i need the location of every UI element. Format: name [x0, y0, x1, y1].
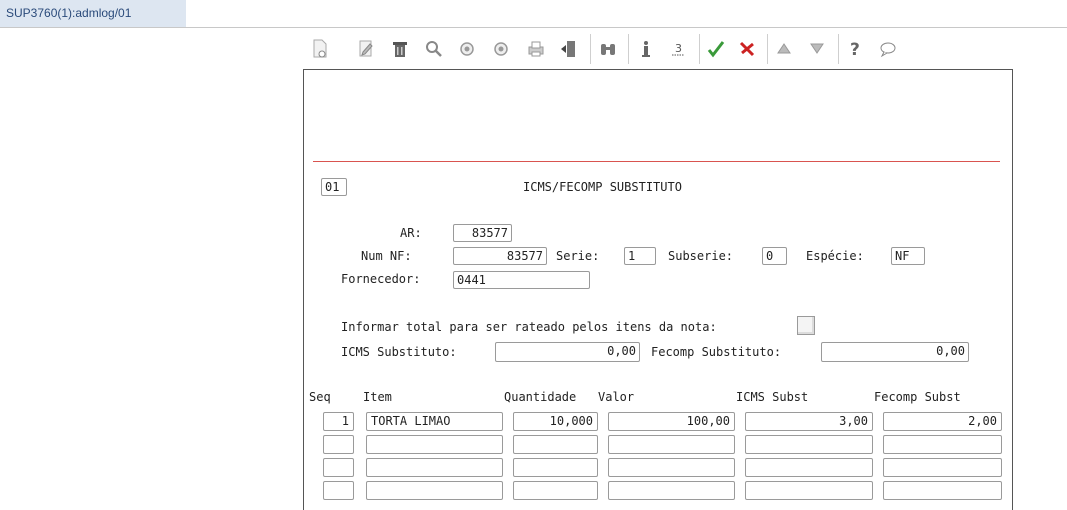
- table-cell-fecomp[interactable]: [883, 435, 1002, 454]
- prev-icon[interactable]: [456, 38, 478, 60]
- table-cell-valor[interactable]: 100,00: [608, 412, 735, 431]
- window-tab[interactable]: SUP3760(1):admlog/01: [0, 0, 186, 27]
- informar-checkbox[interactable]: [797, 316, 815, 335]
- toolbar-separator: [767, 34, 768, 64]
- info-icon[interactable]: [635, 38, 657, 60]
- col-header-quantidade: Quantidade: [504, 390, 577, 404]
- icms-substituto-label: ICMS Substituto:: [341, 345, 457, 359]
- col-header-seq: Seq: [309, 390, 331, 404]
- table-cell-valor[interactable]: [608, 435, 735, 454]
- num-nf-field[interactable]: 83577: [453, 247, 547, 265]
- toolbar: 3 ?: [303, 30, 1013, 68]
- toolbar-separator: [699, 34, 700, 64]
- col-header-valor: Valor: [598, 390, 635, 404]
- table-cell-valor[interactable]: [608, 481, 735, 500]
- header-divider: [313, 161, 1000, 162]
- print-icon[interactable]: [525, 38, 547, 60]
- table-cell-seq[interactable]: [323, 435, 354, 454]
- table-cell-icms[interactable]: [745, 481, 873, 500]
- table-cell-fecomp[interactable]: [883, 458, 1002, 477]
- subserie-label: Subserie:: [668, 249, 734, 263]
- new-doc-icon[interactable]: [309, 38, 331, 60]
- binoculars-icon[interactable]: [597, 38, 619, 60]
- comment-icon[interactable]: [877, 38, 899, 60]
- col-header-item: Item: [363, 390, 392, 404]
- table-cell-item[interactable]: [366, 435, 503, 454]
- col-header-fecomp: Fecomp Subst: [874, 390, 961, 404]
- subserie-field[interactable]: 0: [762, 247, 787, 265]
- num-nf-label: Num NF:: [361, 249, 412, 263]
- table-cell-seq[interactable]: 1: [323, 412, 354, 431]
- confirm-icon[interactable]: [705, 38, 727, 60]
- table-cell-quantidade[interactable]: [513, 435, 598, 454]
- down-icon[interactable]: [806, 38, 828, 60]
- delete-icon[interactable]: [389, 38, 411, 60]
- serie-label: Serie:: [556, 249, 600, 263]
- table-cell-item[interactable]: [366, 458, 503, 477]
- fornecedor-label: Fornecedor:: [341, 272, 421, 286]
- fecomp-substituto-label: Fecomp Substituto:: [651, 345, 782, 359]
- fecomp-substituto-field[interactable]: 0,00: [821, 342, 969, 362]
- toolbar-separator: [590, 34, 591, 64]
- table-cell-fecomp[interactable]: [883, 481, 1002, 500]
- serie-field[interactable]: 1: [624, 247, 656, 265]
- table-cell-item[interactable]: [366, 481, 503, 500]
- tab-divider: [0, 27, 1067, 28]
- help-icon[interactable]: ?: [845, 38, 867, 60]
- toolbar-separator: [628, 34, 629, 64]
- table-cell-quantidade[interactable]: 10,000: [513, 412, 598, 431]
- up-icon[interactable]: [773, 38, 795, 60]
- form-title: ICMS/FECOMP SUBSTITUTO: [523, 180, 682, 194]
- table-cell-seq[interactable]: [323, 481, 354, 500]
- ar-label: AR:: [400, 226, 422, 240]
- table-cell-icms[interactable]: [745, 435, 873, 454]
- table-cell-seq[interactable]: [323, 458, 354, 477]
- numbered-list-icon[interactable]: 3: [667, 38, 689, 60]
- edit-icon[interactable]: [355, 38, 377, 60]
- informar-label: Informar total para ser rateado pelos it…: [341, 320, 717, 334]
- especie-field[interactable]: NF: [891, 247, 925, 265]
- form-window: 01 ICMS/FECOMP SUBSTITUTO AR: 83577 Num …: [303, 69, 1013, 510]
- table-cell-fecomp[interactable]: 2,00: [883, 412, 1002, 431]
- search-icon[interactable]: [423, 38, 445, 60]
- cancel-icon[interactable]: [736, 38, 758, 60]
- especie-label: Espécie:: [806, 249, 864, 263]
- next-icon[interactable]: [490, 38, 512, 60]
- col-header-icms: ICMS Subst: [736, 390, 809, 404]
- table-cell-icms[interactable]: [745, 458, 873, 477]
- exit-icon[interactable]: [557, 38, 579, 60]
- table-cell-valor[interactable]: [608, 458, 735, 477]
- icms-substituto-field[interactable]: 0,00: [495, 342, 640, 362]
- toolbar-separator: [838, 34, 839, 64]
- table-cell-quantidade[interactable]: [513, 458, 598, 477]
- svg-text:?: ?: [850, 40, 860, 59]
- page-number-field: 01: [321, 178, 347, 196]
- fornecedor-field[interactable]: 0441: [453, 271, 590, 289]
- table-cell-icms[interactable]: 3,00: [745, 412, 873, 431]
- ar-field[interactable]: 83577: [453, 224, 512, 242]
- table-cell-quantidade[interactable]: [513, 481, 598, 500]
- table-cell-item[interactable]: TORTA LIMAO: [366, 412, 503, 431]
- svg-text:3: 3: [675, 42, 682, 55]
